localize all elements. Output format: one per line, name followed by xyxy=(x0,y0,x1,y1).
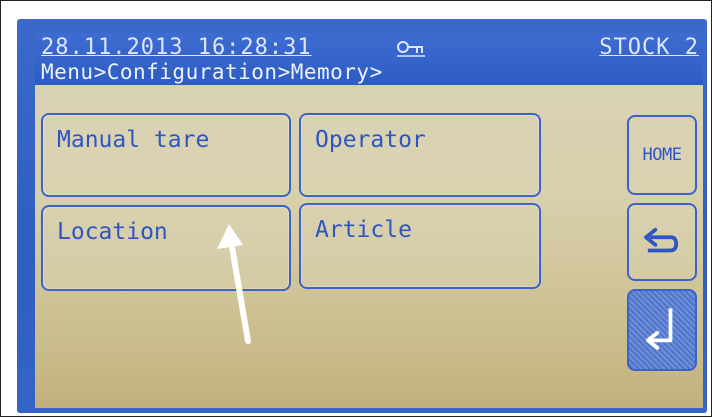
article-button[interactable]: Article xyxy=(299,203,541,289)
back-button[interactable] xyxy=(627,203,697,281)
datetime-display: 28.11.2013 16:28:31 xyxy=(41,35,312,60)
enter-return-icon xyxy=(645,308,673,350)
location-button[interactable]: Location xyxy=(41,205,291,291)
breadcrumb: Menu>Configuration>Memory> xyxy=(41,60,383,84)
manual-tare-label: Manual tare xyxy=(57,127,210,153)
photo-frame: 28.11.2013 16:28:31 STOCK 2 Menu>Configu… xyxy=(0,0,712,417)
device-screen: 28.11.2013 16:28:31 STOCK 2 Menu>Configu… xyxy=(35,33,703,408)
article-label: Article xyxy=(315,217,412,243)
status-bar: 28.11.2013 16:28:31 STOCK 2 Menu>Configu… xyxy=(35,33,703,85)
back-arrow-icon xyxy=(644,227,679,253)
operator-button[interactable]: Operator xyxy=(299,113,541,197)
enter-button[interactable] xyxy=(627,289,697,371)
manual-tare-button[interactable]: Manual tare xyxy=(41,113,291,197)
mode-indicator: STOCK 2 xyxy=(599,35,699,60)
home-button[interactable]: HOME xyxy=(627,115,697,195)
operator-label: Operator xyxy=(315,127,426,153)
location-label: Location xyxy=(57,219,168,245)
key-icon xyxy=(397,41,425,57)
home-label: HOME xyxy=(642,145,682,165)
